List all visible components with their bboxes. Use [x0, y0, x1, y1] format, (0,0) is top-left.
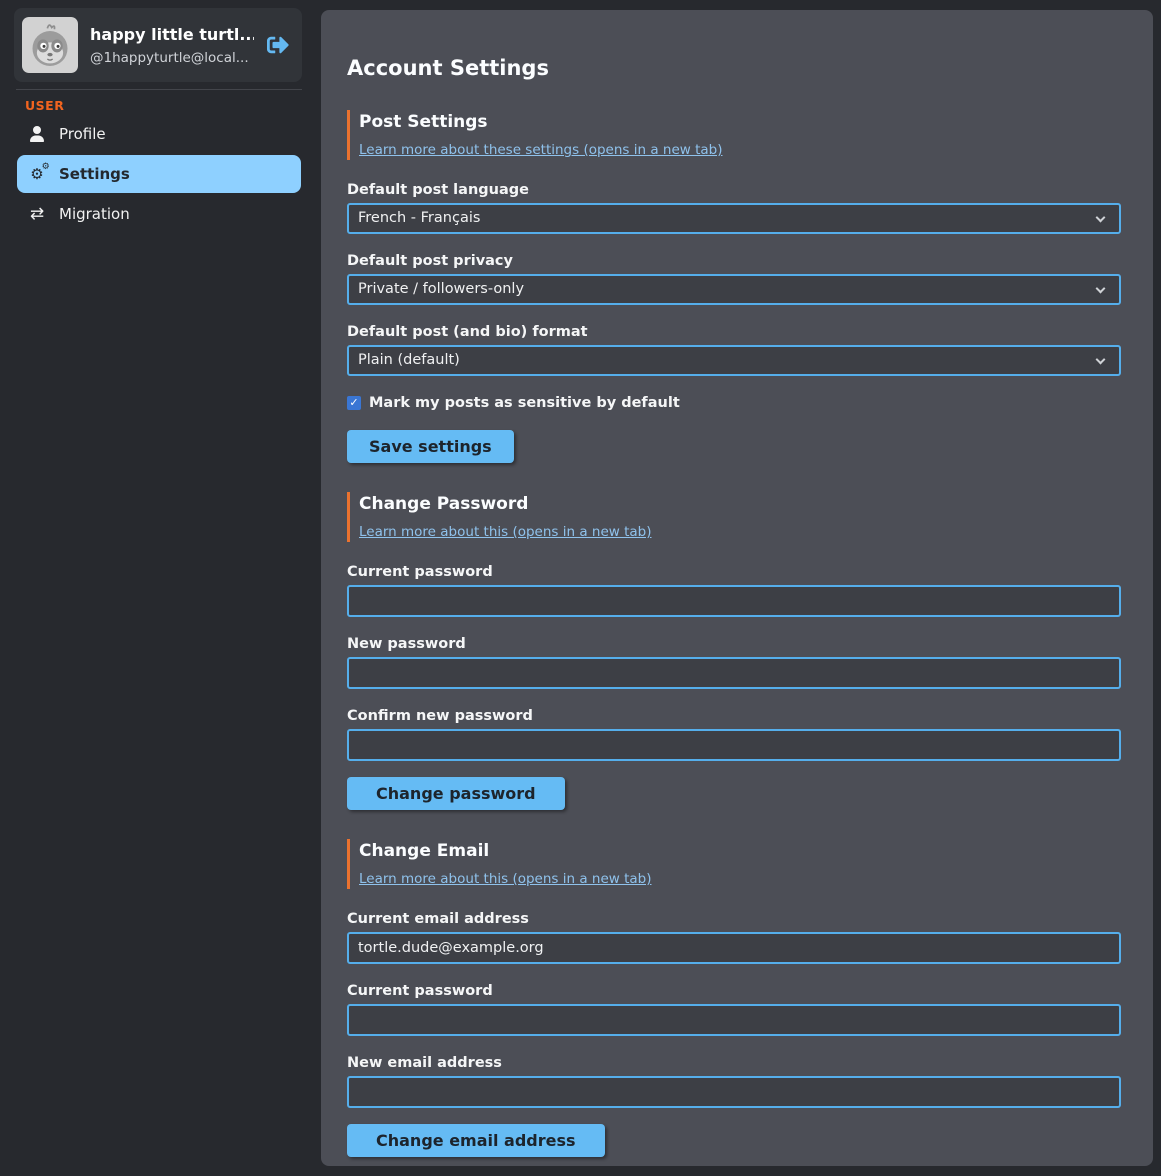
default-post-language-select[interactable]: French - Français — [347, 203, 1121, 234]
mark-sensitive-checkbox[interactable]: ✓ — [347, 396, 361, 410]
default-post-format-select[interactable]: Plain (default) — [347, 345, 1121, 376]
chevron-down-icon — [1096, 355, 1106, 365]
avatar — [22, 17, 78, 73]
change-password-heading: Change Password — [359, 494, 1121, 514]
current-password-input[interactable] — [347, 585, 1121, 617]
confirm-new-password-field: Confirm new password — [347, 708, 1121, 761]
confirm-new-password-input[interactable] — [347, 729, 1121, 761]
default-post-format-label: Default post (and bio) format — [347, 324, 1121, 340]
user-card[interactable]: happy little turtl... @1happyturtle@loca… — [14, 8, 302, 82]
current-email-field: Current email address — [347, 911, 1121, 964]
change-password-header: Change Password Learn more about this (o… — [347, 492, 1121, 542]
sign-out-icon — [267, 34, 289, 56]
post-settings-learn-more-link[interactable]: Learn more about these settings (opens i… — [359, 142, 722, 158]
change-email-section: Change Email Learn more about this (open… — [347, 839, 1121, 1157]
chevron-down-icon — [1096, 284, 1106, 294]
default-post-privacy-label: Default post privacy — [347, 253, 1121, 269]
sidebar-item-settings[interactable]: ⚙⚙ Settings — [17, 155, 301, 193]
current-password-field: Current password — [347, 564, 1121, 617]
change-email-heading: Change Email — [359, 841, 1121, 861]
gears-icon: ⚙⚙ — [27, 167, 47, 182]
default-post-format-field: Default post (and bio) format Plain (def… — [347, 324, 1121, 376]
sidebar: happy little turtl... @1happyturtle@loca… — [0, 0, 318, 1176]
account-settings-panel: Account Settings Post Settings Learn mor… — [321, 10, 1153, 1166]
user-display-name: happy little turtl... — [90, 25, 254, 44]
user-info: happy little turtl... @1happyturtle@loca… — [90, 25, 254, 66]
current-email-label: Current email address — [347, 911, 1121, 927]
post-settings-heading: Post Settings — [359, 112, 1121, 132]
chevron-down-icon — [1096, 213, 1106, 223]
confirm-new-password-label: Confirm new password — [347, 708, 1121, 724]
default-post-language-field: Default post language French - Français — [347, 182, 1121, 234]
post-settings-header: Post Settings Learn more about these set… — [347, 110, 1121, 160]
change-password-learn-more-link[interactable]: Learn more about this (opens in a new ta… — [359, 524, 652, 540]
sidebar-item-migration[interactable]: ⇄ Migration — [0, 195, 318, 233]
change-password-button[interactable]: Change password — [347, 777, 565, 810]
email-current-password-label: Current password — [347, 983, 1121, 999]
current-email-input[interactable] — [347, 932, 1121, 964]
new-password-input[interactable] — [347, 657, 1121, 689]
selected-language-value: French - Français — [358, 210, 480, 226]
default-post-language-label: Default post language — [347, 182, 1121, 198]
sidebar-item-label: Profile — [59, 125, 106, 143]
sidebar-nav: Profile ⚙⚙ Settings ⇄ Migration — [0, 115, 318, 233]
selected-format-value: Plain (default) — [358, 352, 460, 368]
user-handle: @1happyturtle@local... — [90, 50, 254, 66]
save-settings-button[interactable]: Save settings — [347, 430, 514, 463]
sidebar-item-label: Settings — [59, 165, 130, 183]
change-email-header: Change Email Learn more about this (open… — [347, 839, 1121, 889]
email-current-password-input[interactable] — [347, 1004, 1121, 1036]
page-title: Account Settings — [347, 56, 1121, 80]
sidebar-section-label-user: USER — [25, 98, 318, 113]
default-post-privacy-field: Default post privacy Private / followers… — [347, 253, 1121, 305]
new-email-field: New email address — [347, 1055, 1121, 1108]
email-current-password-field: Current password — [347, 983, 1121, 1036]
mark-sensitive-label: Mark my posts as sensitive by default — [369, 395, 680, 411]
new-password-field: New password — [347, 636, 1121, 689]
default-post-privacy-select[interactable]: Private / followers-only — [347, 274, 1121, 305]
transfer-arrows-icon: ⇄ — [27, 206, 47, 223]
new-email-input[interactable] — [347, 1076, 1121, 1108]
mark-sensitive-row: ✓ Mark my posts as sensitive by default — [347, 395, 1121, 411]
change-password-section: Change Password Learn more about this (o… — [347, 492, 1121, 810]
selected-privacy-value: Private / followers-only — [358, 281, 524, 297]
sign-out-button[interactable] — [266, 33, 290, 57]
change-email-button[interactable]: Change email address — [347, 1124, 605, 1157]
current-password-label: Current password — [347, 564, 1121, 580]
new-password-label: New password — [347, 636, 1121, 652]
sidebar-item-label: Migration — [59, 205, 130, 223]
sidebar-item-profile[interactable]: Profile — [0, 115, 318, 153]
user-icon — [27, 126, 47, 142]
sloth-avatar-icon — [22, 17, 78, 73]
post-settings-section: Post Settings Learn more about these set… — [347, 110, 1121, 463]
sidebar-divider — [16, 89, 302, 90]
new-email-label: New email address — [347, 1055, 1121, 1071]
change-email-learn-more-link[interactable]: Learn more about this (opens in a new ta… — [359, 871, 652, 887]
